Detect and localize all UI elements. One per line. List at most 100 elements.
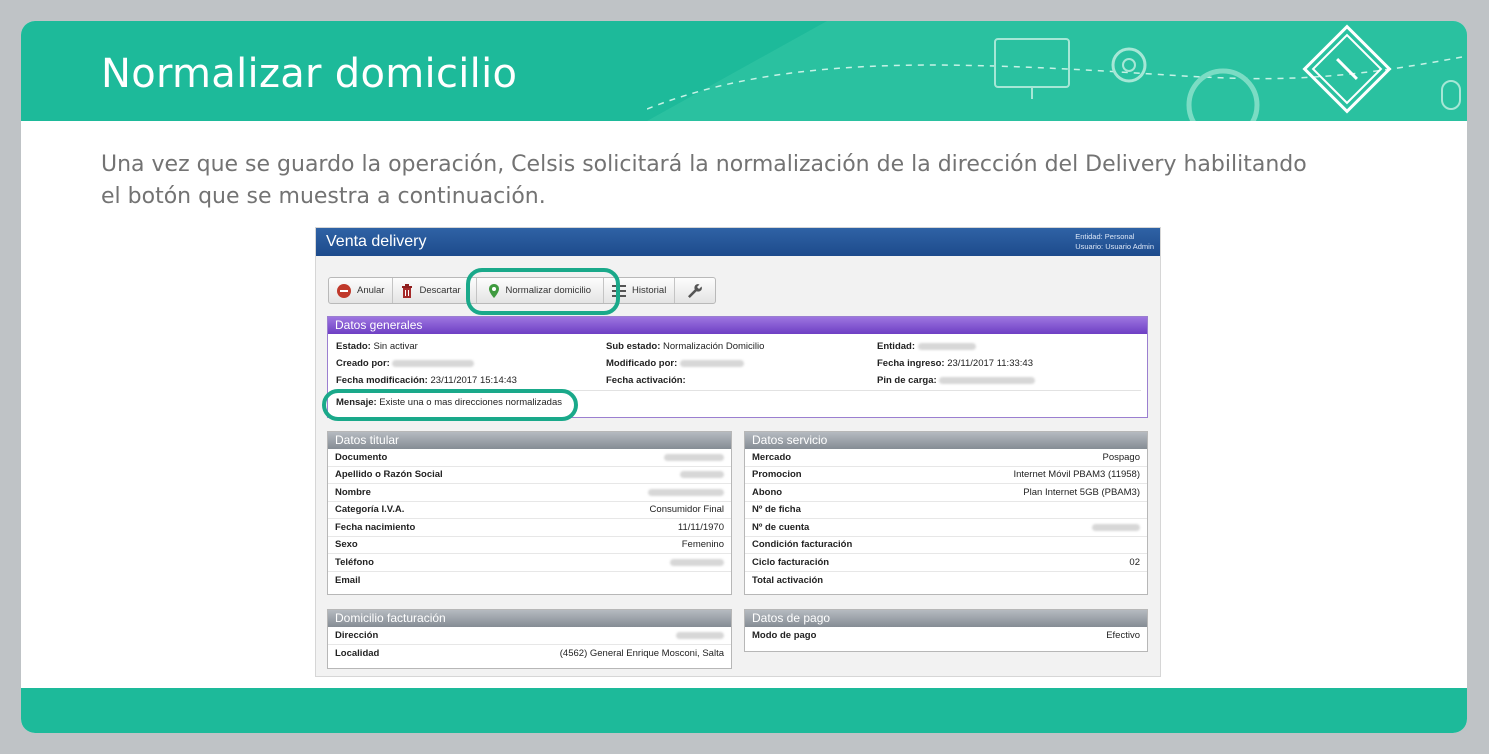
table-row: Abono Plan Internet 5GB (PBAM3) <box>745 484 1147 502</box>
row-label: Modo de pago <box>752 630 817 642</box>
fecha-act-label: Fecha activación: <box>606 375 686 386</box>
fecha-ingreso-label: Fecha ingreso: <box>877 358 945 369</box>
row-value-blurred <box>680 471 724 479</box>
wrench-icon <box>688 283 703 298</box>
row-label: Nombre <box>335 486 371 498</box>
row-value-blurred <box>676 631 724 639</box>
row-value-blurred <box>648 488 724 496</box>
table-row: Nombre <box>328 484 731 502</box>
user-line: Usuario: Usuario Admin <box>1075 242 1154 251</box>
row-label: Email <box>335 574 361 586</box>
highlight-normalizar-button <box>466 268 620 315</box>
row-label: Nº de cuenta <box>752 521 810 533</box>
row-label: Abono <box>752 486 783 498</box>
table-row: Nº de ficha <box>745 502 1147 519</box>
app-title: Venta delivery <box>326 233 427 250</box>
datos-pago-header: Datos de pago <box>745 610 1147 627</box>
domicilio-facturacion-panel: Domicilio facturación Dirección Localidad… <box>327 609 732 669</box>
modificado-label: Modificado por: <box>606 358 678 369</box>
row-label: Ciclo facturación <box>752 556 830 568</box>
highlight-mensaje <box>322 389 578 421</box>
app-header: Venta delivery Entidad: Personal Usuario… <box>316 228 1160 256</box>
table-row: Promocion Internet Móvil PBAM3 (11958) <box>745 467 1147 484</box>
table-row: Localidad (4562) General Enrique Mosconi,… <box>328 645 731 663</box>
row-value: Pospago <box>1102 451 1140 463</box>
slide: Normalizar domicilio Una vez que se guar… <box>21 21 1467 733</box>
table-row: Total activación <box>745 572 1147 590</box>
general-row-1: Estado: Sin activar Sub estado: Normaliz… <box>336 341 1146 358</box>
slide-title: Normalizar domicilio <box>101 51 518 97</box>
datos-servicio-panel: Datos servicio Mercado Pospago Promocion In… <box>744 431 1148 595</box>
row-value: Femenino <box>681 539 724 551</box>
table-row: Modo de pago Efectivo <box>745 627 1147 645</box>
table-row: Ciclo facturación 02 <box>745 554 1147 572</box>
estado-label: Estado: <box>336 341 371 352</box>
row-value: 11/11/1970 <box>677 521 724 533</box>
anular-button[interactable]: Anular <box>329 278 394 303</box>
creado-value-blurred <box>392 359 475 367</box>
pin-value-blurred <box>939 376 1036 384</box>
table-row: Dirección <box>328 627 731 645</box>
user-info: Entidad: Personal Usuario: Usuario Admin <box>1075 232 1154 252</box>
row-value: (4562) General Enrique Mosconi, Salta <box>559 647 724 659</box>
table-row: Condición facturación <box>745 537 1147 554</box>
creado-label: Creado por: <box>336 358 390 369</box>
table-row: Nº de cuenta <box>745 519 1147 537</box>
row-label: Total activación <box>752 574 824 586</box>
sub-estado-label: Sub estado: <box>606 341 661 352</box>
datos-titular-rows: Documento Apellido o Razón Social Nombre Ca… <box>328 449 731 589</box>
datos-titular-panel: Datos titular Documento Apellido o Razón … <box>327 431 732 595</box>
row-value: Internet Móvil PBAM3 (11958) <box>1013 469 1140 481</box>
datos-pago-rows: Modo de pago Efectivo <box>745 627 1147 645</box>
tools-button[interactable] <box>675 278 715 303</box>
row-value-blurred <box>1092 523 1140 531</box>
slide-footer <box>21 688 1467 733</box>
table-row: Documento <box>328 449 731 467</box>
row-label: Fecha nacimiento <box>335 521 416 533</box>
descartar-label: Descartar <box>419 285 461 296</box>
row-value: Consumidor Final <box>649 504 724 516</box>
entidad-value-blurred <box>917 342 976 350</box>
row-label: Mercado <box>752 451 792 463</box>
table-row: Teléfono <box>328 554 731 572</box>
row-label: Documento <box>335 451 388 463</box>
header-decoration-icons <box>647 21 1467 121</box>
row-label: Condición facturación <box>752 539 853 551</box>
datos-pago-panel: Datos de pago Modo de pago Efectivo <box>744 609 1148 652</box>
entidad-label: Entidad: <box>877 341 915 352</box>
domicilio-facturacion-header: Domicilio facturación <box>328 610 731 627</box>
row-label: Apellido o Razón Social <box>335 469 443 481</box>
datos-generales-header: Datos generales <box>328 317 1147 334</box>
table-row: Email <box>328 572 731 590</box>
row-label: Teléfono <box>335 556 374 568</box>
table-row: Categoría I.V.A. Consumidor Final <box>328 502 731 519</box>
table-row: Sexo Femenino <box>328 537 731 554</box>
datos-titular-header: Datos titular <box>328 432 731 449</box>
historial-label: Historial <box>632 285 667 296</box>
pin-label: Pin de carga: <box>877 375 937 386</box>
row-label: Categoría I.V.A. <box>335 504 405 516</box>
entity-line: Entidad: Personal <box>1075 232 1135 241</box>
row-label: Promocion <box>752 469 802 481</box>
estado-value: Sin activar <box>373 341 418 352</box>
table-row: Mercado Pospago <box>745 449 1147 467</box>
datos-servicio-rows: Mercado Pospago Promocion Internet Móvil PB… <box>745 449 1147 589</box>
intro-text: Una vez que se guardo la operación, Cels… <box>101 152 1307 209</box>
trash-icon <box>402 283 413 298</box>
row-label: Localidad <box>335 647 380 659</box>
row-value: Plan Internet 5GB (PBAM3) <box>1023 486 1140 498</box>
row-value-blurred <box>670 558 724 566</box>
datos-generales-grid: Estado: Sin activar Sub estado: Normaliz… <box>336 341 1146 392</box>
datos-servicio-header: Datos servicio <box>745 432 1147 449</box>
anular-label: Anular <box>357 285 385 296</box>
fecha-mod-label: Fecha modificación: <box>336 375 428 386</box>
fecha-ingreso-value: 23/11/2017 11:33:43 <box>947 358 1033 369</box>
fecha-mod-value: 23/11/2017 15:14:43 <box>430 375 517 386</box>
row-value: 02 <box>1129 556 1140 568</box>
descartar-button[interactable]: Descartar <box>393 278 478 303</box>
domicilio-facturacion-rows: Dirección Localidad (4562) General Enrique… <box>328 627 731 662</box>
modificado-value-blurred <box>679 359 744 367</box>
sub-estado-value: Normalización Domicilio <box>663 341 765 352</box>
row-value-blurred <box>664 453 724 461</box>
row-label: Nº de ficha <box>752 504 801 516</box>
